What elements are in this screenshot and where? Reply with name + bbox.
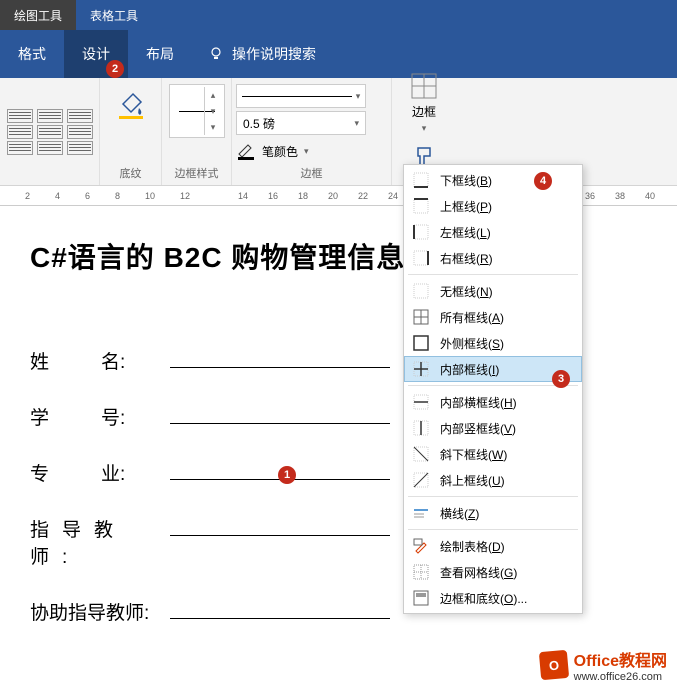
- border-grid-icon: [410, 72, 438, 100]
- chevron-down-icon: ▾: [422, 123, 427, 134]
- border-style-selector[interactable]: ▴▾▾: [169, 84, 225, 138]
- menu-item-hline[interactable]: 横线(Z): [404, 500, 582, 526]
- form-input-student-id[interactable]: [170, 402, 390, 424]
- border-bottom-icon: [412, 171, 430, 189]
- borders-group-label: 边框: [236, 163, 387, 181]
- menu-item-outside[interactable]: 外侧框线(S): [404, 330, 582, 356]
- watermark-url: www.office26.com: [574, 671, 667, 683]
- line-weight-select[interactable]: 0.5 磅 ▾: [236, 111, 366, 135]
- menu-item-bottom[interactable]: 下框线(B): [404, 167, 582, 193]
- menu-item-label: 所有框线(A): [440, 309, 574, 326]
- menu-item-grid[interactable]: 查看网格线(G): [404, 559, 582, 585]
- border-left-icon: [412, 223, 430, 241]
- watermark-title: Office教程网: [574, 647, 667, 671]
- menu-item-left[interactable]: 左框线(L): [404, 219, 582, 245]
- annotation-badge-4: 4: [534, 172, 552, 190]
- border-styles-label: 边框样式: [175, 163, 219, 181]
- border-diag-down-icon: [412, 445, 430, 463]
- border-grid-icon: [412, 563, 430, 581]
- menu-separator: [408, 496, 578, 497]
- shading-label[interactable]: 底纹: [120, 163, 142, 181]
- menu-item-label: 无框线(N): [440, 283, 574, 300]
- menu-separator: [408, 385, 578, 386]
- watermark-logo: O: [538, 650, 568, 680]
- menu-item-top[interactable]: 上框线(P): [404, 193, 582, 219]
- menu-item-label: 斜下框线(W): [440, 446, 574, 463]
- menu-separator: [408, 274, 578, 275]
- border-dialog-icon: [412, 589, 430, 607]
- pen-color-label: 笔颜色: [262, 143, 298, 160]
- borders-dropdown-menu: 下框线(B) 上框线(P) 左框线(L) 右框线(R) 无框线(N) 所有框线(A) 外侧框…: [403, 164, 583, 614]
- border-draw-icon: [412, 537, 430, 555]
- borders-dropdown-button[interactable]: 边框 ▾: [400, 68, 448, 138]
- border-styles-gallery[interactable]: [0, 78, 100, 185]
- menu-item-all[interactable]: 所有框线(A): [404, 304, 582, 330]
- weight-value: 0.5 磅: [243, 115, 275, 132]
- border-right-icon: [412, 249, 430, 267]
- border-all-icon: [412, 308, 430, 326]
- line-style-preview[interactable]: ▾: [236, 84, 366, 108]
- border-inside-icon: [412, 360, 430, 378]
- tell-me-search[interactable]: 操作说明搜索: [192, 44, 332, 64]
- border-btn-label: 边框: [412, 103, 436, 120]
- border-h-inside-icon: [412, 393, 430, 411]
- menu-separator: [408, 529, 578, 530]
- menu-item-label: 外侧框线(S): [440, 335, 574, 352]
- annotation-badge-3: 3: [552, 370, 570, 388]
- menu-item-label: 边框和底纹(O)...: [440, 590, 574, 607]
- border-hline-icon: [412, 504, 430, 522]
- tab-format[interactable]: 格式: [0, 30, 64, 78]
- shading-bucket-icon[interactable]: [113, 86, 149, 122]
- menu-item-dialog[interactable]: 边框和底纹(O)...: [404, 585, 582, 611]
- watermark: O Office教程网 www.office26.com: [540, 647, 667, 683]
- pen-icon: [236, 142, 256, 160]
- menu-item-diag-down[interactable]: 斜下框线(W): [404, 441, 582, 467]
- menu-item-label: 绘制表格(D): [440, 538, 574, 555]
- menu-item-label: 查看网格线(G): [440, 564, 574, 581]
- pen-color-button[interactable]: 笔颜色 ▾: [236, 142, 387, 160]
- menu-item-label: 上框线(P): [440, 198, 574, 215]
- title-tab-table-tools[interactable]: 表格工具: [76, 0, 152, 30]
- menu-item-none[interactable]: 无框线(N): [404, 278, 582, 304]
- menu-item-label: 横线(Z): [440, 505, 574, 522]
- title-tab-drawing-tools[interactable]: 绘图工具: [0, 0, 76, 30]
- menu-item-diag-up[interactable]: 斜上框线(U): [404, 467, 582, 493]
- menu-item-label: 右框线(R): [440, 250, 574, 267]
- menu-item-label: 下框线(B): [440, 172, 574, 189]
- menu-item-label: 左框线(L): [440, 224, 574, 241]
- border-diag-up-icon: [412, 471, 430, 489]
- menu-item-draw[interactable]: 绘制表格(D): [404, 533, 582, 559]
- menu-item-h-inside[interactable]: 内部横框线(H): [404, 389, 582, 415]
- chevron-down-icon: ▾: [304, 146, 309, 157]
- menu-item-label: 内部竖框线(V): [440, 420, 574, 437]
- border-top-icon: [412, 197, 430, 215]
- annotation-badge-2: 2: [106, 60, 124, 78]
- border-v-inside-icon: [412, 419, 430, 437]
- form-input-advisor[interactable]: [170, 514, 390, 536]
- border-outside-icon: [412, 334, 430, 352]
- tell-me-label: 操作说明搜索: [232, 44, 316, 64]
- menu-item-label: 内部横框线(H): [440, 394, 574, 411]
- chevron-down-icon: ▾: [354, 118, 359, 129]
- menu-item-label: 斜上框线(U): [440, 472, 574, 489]
- menu-item-v-inside[interactable]: 内部竖框线(V): [404, 415, 582, 441]
- menu-item-right[interactable]: 右框线(R): [404, 245, 582, 271]
- annotation-badge-1: 1: [278, 466, 296, 484]
- border-none-icon: [412, 282, 430, 300]
- lightbulb-icon: [208, 46, 224, 62]
- tab-layout[interactable]: 布局: [128, 30, 192, 78]
- form-input-name[interactable]: [170, 346, 390, 368]
- form-input-co-advisor[interactable]: [170, 597, 390, 619]
